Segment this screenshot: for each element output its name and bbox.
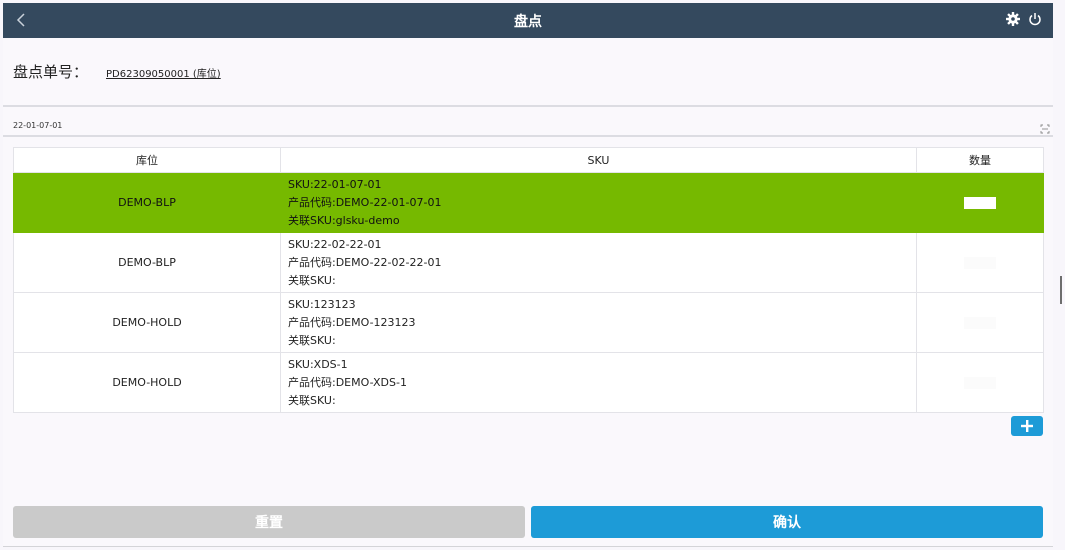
header-actions (1005, 11, 1043, 27)
scrollbar-thumb[interactable] (1060, 276, 1062, 304)
scan-frame-icon[interactable] (1040, 119, 1050, 134)
bottom-divider (3, 546, 1053, 547)
quantity-cell (916, 232, 1044, 293)
table-row[interactable]: DEMO-HOLD SKU:XDS-1 产品代码:DEMO-XDS-1 关联SK… (13, 352, 1044, 413)
sku-text: SKU:22-01-07-01 (288, 177, 382, 191)
sku-cell: SKU:22-02-22-01 产品代码:DEMO-22-02-22-01 关联… (280, 232, 917, 293)
related-sku-text: 关联SKU: (288, 333, 336, 347)
top-bar: 盘点 (3, 3, 1053, 38)
confirm-button[interactable]: 确认 (531, 506, 1043, 538)
location-cell: DEMO-BLP (13, 172, 281, 233)
quantity-cell (916, 172, 1044, 233)
gear-icon[interactable] (1005, 11, 1021, 27)
sku-cell: SKU:22-01-07-01 产品代码:DEMO-22-01-07-01 关联… (280, 172, 917, 233)
app-window: 盘点 盘点单号： PD62309050001 (库位) 22-01-07-01 … (3, 3, 1053, 547)
location-cell: DEMO-BLP (13, 232, 281, 293)
quantity-input[interactable] (964, 317, 996, 329)
inventory-table: 库位 SKU 数量 DEMO-BLP SKU:22-01-07-01 产品代码:… (13, 147, 1044, 413)
divider (3, 105, 1053, 107)
plus-icon (1021, 420, 1033, 432)
column-header-location: 库位 (13, 147, 281, 173)
table-header-row: 库位 SKU 数量 (13, 147, 1044, 173)
quantity-cell (916, 352, 1044, 413)
related-sku-text: 关联SKU: (288, 273, 336, 287)
column-header-sku: SKU (280, 147, 917, 173)
quantity-input[interactable] (964, 377, 996, 389)
column-header-quantity: 数量 (916, 147, 1044, 173)
table-row[interactable]: DEMO-BLP SKU:22-01-07-01 产品代码:DEMO-22-01… (13, 172, 1044, 233)
power-icon[interactable] (1027, 11, 1043, 27)
back-chevron-icon[interactable] (13, 11, 31, 29)
sku-cell: SKU:XDS-1 产品代码:DEMO-XDS-1 关联SKU: (280, 352, 917, 413)
page-title: 盘点 (514, 13, 542, 30)
sku-text: SKU:22-02-22-01 (288, 237, 382, 251)
divider (3, 135, 1053, 137)
table-row[interactable]: DEMO-HOLD SKU:123123 产品代码:DEMO-123123 关联… (13, 292, 1044, 353)
quantity-input[interactable] (964, 197, 996, 209)
sku-text: SKU:XDS-1 (288, 357, 348, 371)
table-row[interactable]: DEMO-BLP SKU:22-02-22-01 产品代码:DEMO-22-02… (13, 232, 1044, 293)
product-code-text: 产品代码:DEMO-123123 (288, 315, 416, 329)
quantity-input[interactable] (964, 257, 996, 269)
product-code-text: 产品代码:DEMO-XDS-1 (288, 375, 407, 389)
sku-text: SKU:123123 (288, 297, 356, 311)
reset-button[interactable]: 重置 (13, 506, 525, 538)
add-row-button[interactable] (1011, 416, 1043, 436)
order-number-label: 盘点单号： (13, 63, 89, 81)
scan-input-row[interactable]: 22-01-07-01 (13, 116, 1050, 134)
order-number-row: 盘点单号： PD62309050001 (库位) (13, 61, 221, 82)
related-sku-text: 关联SKU:glsku-demo (288, 213, 400, 227)
related-sku-text: 关联SKU: (288, 393, 336, 407)
location-cell: DEMO-HOLD (13, 292, 281, 353)
scan-input-value[interactable]: 22-01-07-01 (13, 121, 62, 130)
order-number-link[interactable]: PD62309050001 (库位) (106, 65, 221, 80)
quantity-cell (916, 292, 1044, 353)
location-cell: DEMO-HOLD (13, 352, 281, 413)
product-code-text: 产品代码:DEMO-22-02-22-01 (288, 255, 442, 269)
product-code-text: 产品代码:DEMO-22-01-07-01 (288, 195, 442, 209)
sku-cell: SKU:123123 产品代码:DEMO-123123 关联SKU: (280, 292, 917, 353)
